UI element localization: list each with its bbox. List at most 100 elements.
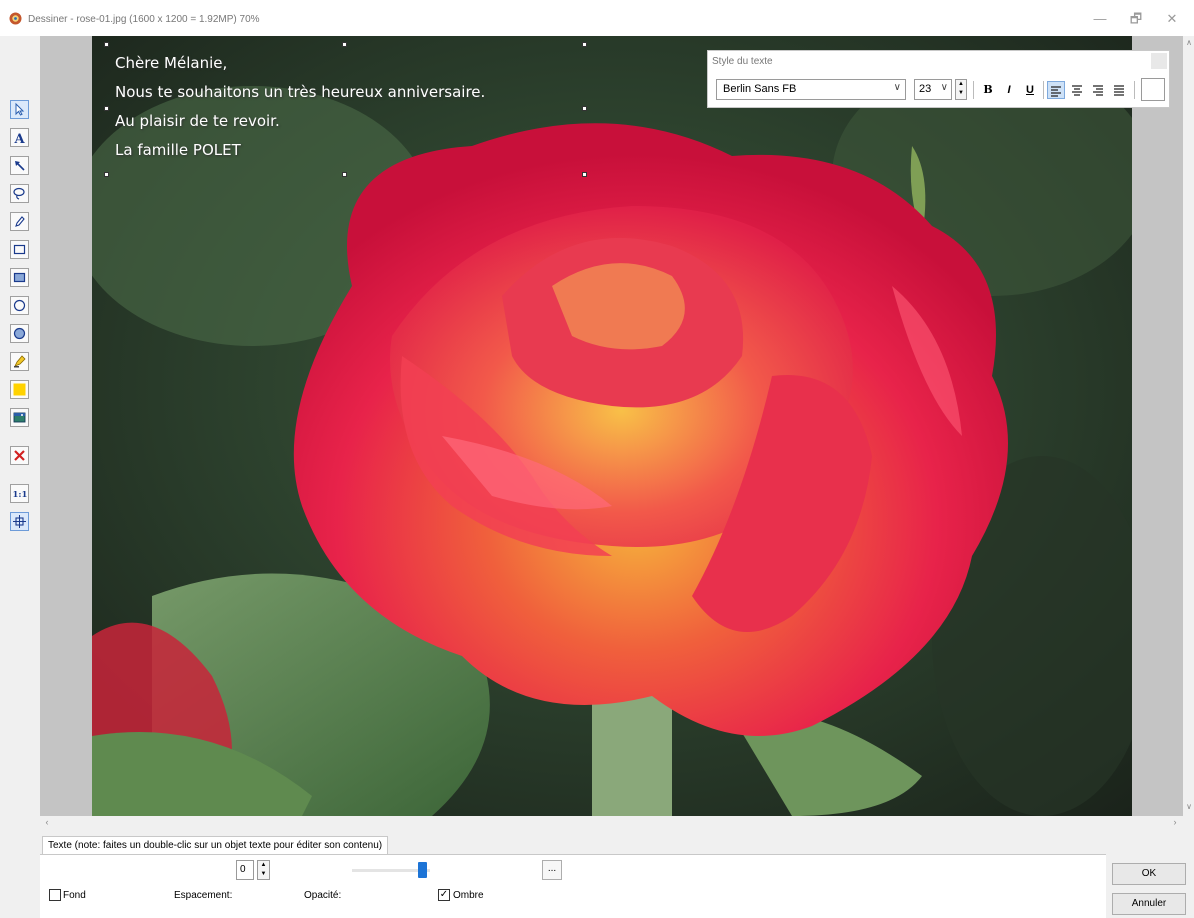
opacity-slider-thumb[interactable] xyxy=(418,862,428,878)
font-family-value: Berlin Sans FB xyxy=(723,83,797,95)
resize-handle-top-middle[interactable] xyxy=(342,42,347,47)
app-logo-icon xyxy=(9,12,22,25)
ellipse-filled-icon xyxy=(13,327,26,340)
svg-text:A: A xyxy=(14,132,26,145)
toolbar-separator xyxy=(1134,81,1135,99)
opacity-label: Opacité: xyxy=(304,890,342,901)
ellipse-tool-button[interactable] xyxy=(10,296,29,315)
align-justify-icon xyxy=(1114,85,1124,96)
svg-text:1:1: 1:1 xyxy=(13,490,28,500)
highlighter-icon xyxy=(14,355,26,368)
rectangle-filled-icon xyxy=(13,272,26,283)
lasso-tool-button[interactable] xyxy=(10,184,29,203)
fit-view-button[interactable] xyxy=(10,512,29,531)
resize-handle-bottom-right[interactable] xyxy=(582,172,587,177)
vertical-scrollbar[interactable]: ∧ ∨ xyxy=(1183,36,1194,816)
minimize-button[interactable]: — xyxy=(1080,8,1120,30)
image-insert-icon xyxy=(13,412,26,423)
align-right-button[interactable] xyxy=(1089,81,1107,99)
text-style-panel: Style du texte Berlin Sans FB ∨ 23 ∨ ▲ ▼ … xyxy=(707,50,1170,108)
text-line-farewell[interactable]: Au plaisir de te revoir. xyxy=(115,107,545,136)
filled-ellipse-tool-button[interactable] xyxy=(10,324,29,343)
resize-handle-top-left[interactable] xyxy=(104,42,109,47)
panel-close-button[interactable] xyxy=(1151,53,1167,69)
drawing-toolbar: A 1:1 xyxy=(0,36,40,816)
align-left-icon xyxy=(1051,86,1061,97)
fit-view-icon xyxy=(13,515,26,528)
pencil-icon xyxy=(15,216,25,227)
font-size-value: 23 xyxy=(919,83,932,95)
rectangle-outline-icon xyxy=(13,244,26,255)
text-line-signature[interactable]: La famille POLET xyxy=(115,136,545,165)
ok-button[interactable]: OK xyxy=(1112,863,1186,885)
spacing-input[interactable]: 0 xyxy=(236,860,254,880)
panel-title: Style du texte xyxy=(712,56,773,67)
highlighter-tool-button[interactable] xyxy=(10,352,29,371)
pointer-icon xyxy=(15,102,25,116)
arrow-icon xyxy=(15,161,25,171)
title-bar: Dessiner - rose-01.jpg (1600 x 1200 = 1.… xyxy=(0,0,1194,36)
more-options-button[interactable]: ... xyxy=(542,860,562,880)
ellipse-outline-icon xyxy=(13,299,26,312)
delete-icon xyxy=(14,450,25,461)
pencil-tool-button[interactable] xyxy=(10,212,29,231)
justify-button[interactable] xyxy=(1110,81,1128,99)
resize-handle-top-right[interactable] xyxy=(582,42,587,47)
image-text-block[interactable]: Chère Mélanie, Nous te souhaitons un trè… xyxy=(115,49,545,165)
shadow-label: Ombre xyxy=(453,890,484,901)
scroll-right-icon[interactable]: › xyxy=(1170,816,1180,828)
arrow-tool-button[interactable] xyxy=(10,156,29,175)
font-size-select[interactable]: 23 ∨ xyxy=(914,79,952,100)
cancel-button[interactable]: Annuler xyxy=(1112,893,1186,915)
close-button[interactable]: ✕ xyxy=(1152,8,1192,30)
fill-color-tool-button[interactable] xyxy=(10,380,29,399)
actual-size-button[interactable]: 1:1 xyxy=(10,484,29,503)
resize-handle-bottom-left[interactable] xyxy=(104,172,109,177)
spacing-spinner[interactable]: ▲ ▼ xyxy=(257,860,270,880)
tab-content: Fond Espacement: 0 ▲ ▼ Opacité: ✓ Ombre .… xyxy=(40,854,1106,918)
toolbar-separator xyxy=(1043,81,1044,99)
text-color-swatch[interactable] xyxy=(1141,78,1165,101)
title-separator: - xyxy=(70,14,74,25)
align-left-button[interactable] xyxy=(1047,81,1065,99)
lasso-icon xyxy=(13,187,25,200)
text-tool-button[interactable]: A xyxy=(10,128,29,147)
font-size-spinner[interactable]: ▲ ▼ xyxy=(955,79,967,100)
insert-image-tool-button[interactable] xyxy=(10,408,29,427)
bold-button[interactable]: B xyxy=(979,81,997,99)
background-label: Fond xyxy=(63,890,86,901)
delete-tool-button[interactable] xyxy=(10,446,29,465)
app-window: Dessiner - rose-01.jpg (1600 x 1200 = 1.… xyxy=(0,0,1194,918)
text-line-greeting[interactable]: Chère Mélanie, xyxy=(115,49,545,78)
align-right-icon xyxy=(1093,85,1103,96)
color-square-icon xyxy=(13,383,26,396)
window-title: Dessiner - rose-01.jpg (1600 x 1200 = 1.… xyxy=(28,14,260,25)
text-line-wish[interactable]: Nous te souhaitons un très heureux anniv… xyxy=(115,78,545,107)
spacing-label: Espacement: xyxy=(174,890,233,901)
chevron-down-icon: ∨ xyxy=(940,82,948,93)
background-checkbox[interactable] xyxy=(49,889,61,901)
shadow-checkbox[interactable]: ✓ xyxy=(438,889,450,901)
scroll-left-icon[interactable]: ‹ xyxy=(42,816,52,828)
tab-text-properties[interactable]: Texte (note: faites un double-clic sur u… xyxy=(42,836,389,855)
align-center-button[interactable] xyxy=(1068,81,1086,99)
file-info: rose-01.jpg (1600 x 1200 = 1.92MP) 70% xyxy=(76,14,260,25)
font-family-select[interactable]: Berlin Sans FB ∨ xyxy=(716,79,906,100)
resize-handle-middle-left[interactable] xyxy=(104,106,109,111)
underline-button[interactable]: U xyxy=(1021,81,1039,99)
horizontal-scrollbar[interactable]: ‹ › xyxy=(40,816,1194,828)
canvas-area[interactable]: Chère Mélanie, Nous te souhaitons un trè… xyxy=(40,36,1183,816)
chevron-down-icon: ∨ xyxy=(893,82,901,93)
resize-handle-middle-right[interactable] xyxy=(582,106,587,111)
pointer-tool-button[interactable] xyxy=(10,100,29,119)
scroll-up-icon[interactable]: ∧ xyxy=(1184,38,1194,48)
properties-panel: Texte (note: faites un double-clic sur u… xyxy=(0,828,1194,918)
text-icon: A xyxy=(14,132,26,145)
filled-rectangle-tool-button[interactable] xyxy=(10,268,29,287)
resize-handle-bottom-middle[interactable] xyxy=(342,172,347,177)
rectangle-tool-button[interactable] xyxy=(10,240,29,259)
italic-button[interactable]: I xyxy=(1000,81,1018,99)
scroll-down-icon[interactable]: ∨ xyxy=(1184,802,1194,812)
restore-button[interactable]: 🗗 xyxy=(1116,8,1156,30)
zoom-actual-icon: 1:1 xyxy=(13,490,28,500)
